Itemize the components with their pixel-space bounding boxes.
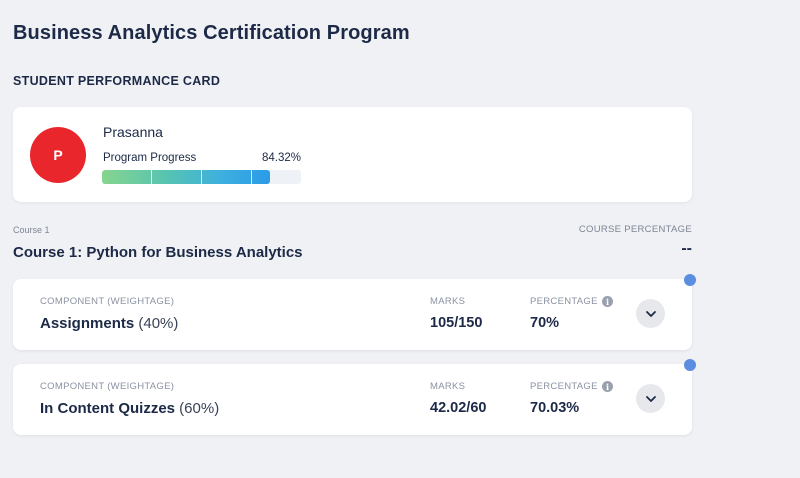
component-header-label: COMPONENT (WEIGHTAGE) xyxy=(40,296,175,307)
info-icon[interactable]: i xyxy=(602,381,613,392)
percentage-label: PERCENTAGE xyxy=(530,296,598,307)
marks-label: MARKS xyxy=(430,296,466,307)
course-title: Course 1: Python for Business Analytics xyxy=(13,244,303,261)
component-card-quizzes: COMPONENT (WEIGHTAGE) MARKS PERCENTAGE i… xyxy=(13,364,692,435)
percentage-value: 70.03% xyxy=(530,400,580,416)
marks-label: MARKS xyxy=(430,381,466,392)
status-dot xyxy=(684,359,696,371)
component-weightage: (40%) xyxy=(138,315,179,332)
percentage-label: PERCENTAGE xyxy=(530,381,598,392)
info-icon[interactable]: i xyxy=(602,296,613,307)
course-percentage-value: -- xyxy=(681,240,692,257)
percentage-value: 70% xyxy=(530,315,560,331)
student-name: Prasanna xyxy=(103,124,163,140)
marks-value: 105/150 xyxy=(430,315,483,331)
section-label: STUDENT PERFORMANCE CARD xyxy=(13,74,221,88)
progress-fill xyxy=(102,170,270,184)
progress-value: 84.32% xyxy=(262,152,302,164)
course-number-label: Course 1 xyxy=(13,225,50,235)
marks-value: 42.02/60 xyxy=(430,400,487,416)
component-title: Assignments xyxy=(40,315,135,332)
page-title: Business Analytics Certification Program xyxy=(13,22,410,44)
program-progress-bar xyxy=(102,170,301,184)
chevron-down-icon xyxy=(645,395,656,402)
status-dot xyxy=(684,274,696,286)
component-header-label: COMPONENT (WEIGHTAGE) xyxy=(40,381,175,392)
component-title: In Content Quizzes xyxy=(40,400,175,417)
progress-segment-divider xyxy=(201,170,202,184)
progress-segment-divider xyxy=(151,170,152,184)
avatar: P xyxy=(30,127,86,183)
component-name: In Content Quizzes (60%) xyxy=(40,400,219,417)
chevron-down-icon xyxy=(645,310,656,317)
course-percentage-label: COURSE PERCENTAGE xyxy=(578,224,692,235)
expand-button[interactable] xyxy=(636,384,665,413)
student-card: P Prasanna Program Progress 84.32% xyxy=(13,107,692,202)
expand-button[interactable] xyxy=(636,299,665,328)
component-weightage: (60%) xyxy=(179,400,220,417)
progress-segment-divider xyxy=(251,170,252,184)
progress-label: Program Progress xyxy=(103,152,197,164)
component-card-assignments: COMPONENT (WEIGHTAGE) MARKS PERCENTAGE i… xyxy=(13,279,692,350)
component-name: Assignments (40%) xyxy=(40,315,178,332)
